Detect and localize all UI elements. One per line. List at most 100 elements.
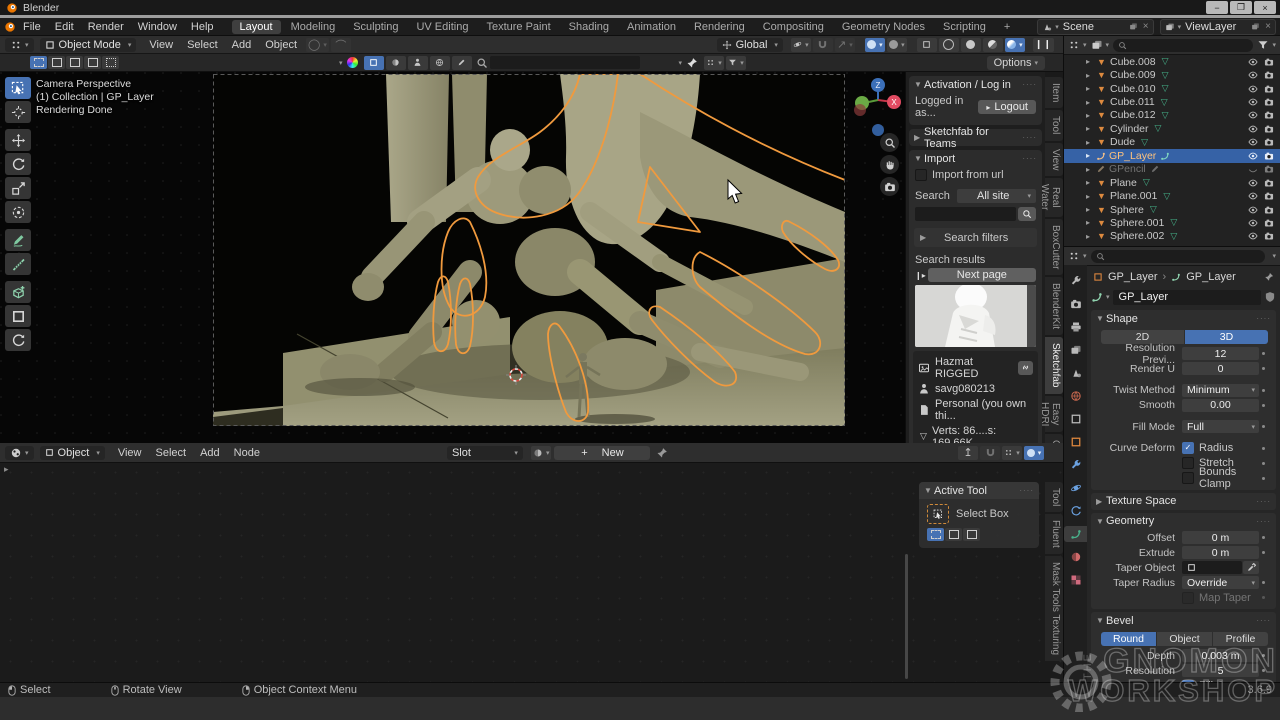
tool-transform[interactable] bbox=[5, 201, 31, 223]
viewport-canvas[interactable]: Z X bbox=[0, 72, 905, 443]
overlays-dropdown[interactable]: ▾ bbox=[1024, 446, 1044, 460]
bevel-depth-field[interactable]: 0.003 m bbox=[1182, 649, 1259, 662]
stretch-checkbox[interactable] bbox=[1182, 457, 1194, 469]
editor-type-selector[interactable]: ▾ bbox=[5, 446, 34, 460]
resolution-preview-field[interactable]: 12 bbox=[1182, 347, 1259, 360]
pan-hand-button[interactable] bbox=[880, 155, 899, 174]
tool-move[interactable] bbox=[5, 129, 31, 151]
search-scope-dropdown[interactable]: All site▾ bbox=[957, 189, 1036, 203]
tool-scale[interactable] bbox=[5, 177, 31, 199]
view-layer-selector[interactable]: ▾ ViewLayer × bbox=[1160, 19, 1276, 35]
outliner-item[interactable]: ▸▼Cube.009▽ bbox=[1064, 68, 1280, 81]
menu-help[interactable]: Help bbox=[184, 21, 221, 33]
camera-icon[interactable] bbox=[1264, 164, 1274, 174]
transform-orientation-dropdown[interactable]: Global ▾ bbox=[717, 38, 783, 52]
viewport-3d[interactable]: Z X Camera Perspective (1) Collection | … bbox=[0, 72, 905, 443]
search-go-button[interactable] bbox=[1018, 207, 1036, 221]
header-extra-collapse-icon[interactable]: ▾ bbox=[679, 59, 683, 67]
select-mode-intersect[interactable] bbox=[102, 56, 119, 69]
tab-physics[interactable] bbox=[1064, 480, 1087, 496]
workspace-tab-animation[interactable]: Animation bbox=[619, 20, 684, 34]
tab-material[interactable] bbox=[1064, 549, 1087, 565]
search-filters-header[interactable]: ▶ Search filters bbox=[914, 228, 1037, 247]
logout-button[interactable]: ▸Logout bbox=[978, 100, 1036, 114]
tab-output[interactable] bbox=[1064, 319, 1087, 335]
menu-file[interactable]: File bbox=[16, 21, 48, 33]
camera-icon[interactable] bbox=[1264, 97, 1274, 107]
eye-icon[interactable] bbox=[1248, 137, 1258, 147]
camera-view-button[interactable] bbox=[880, 177, 899, 196]
next-page-button[interactable]: Next page bbox=[928, 268, 1036, 282]
node-menu-node[interactable]: Node bbox=[227, 447, 267, 459]
tool-select-box[interactable] bbox=[5, 77, 31, 99]
tool-cursor[interactable] bbox=[5, 101, 31, 123]
gizmo-dropdown[interactable]: ▾ bbox=[865, 38, 885, 52]
sidebar-tab-item[interactable]: Item bbox=[1045, 77, 1063, 108]
scrollbar[interactable] bbox=[905, 554, 908, 679]
shading-wireframe-icon[interactable] bbox=[939, 38, 959, 52]
tab-modifiers[interactable] bbox=[1064, 457, 1087, 473]
camera-icon[interactable] bbox=[1264, 151, 1274, 161]
viewport-menu-object[interactable]: Object bbox=[258, 39, 304, 51]
workspace-tab-rendering[interactable]: Rendering bbox=[686, 20, 753, 34]
shader-editor-canvas[interactable]: ▸ ▼Active Tool···· Select Box bbox=[0, 462, 1063, 682]
outliner-item[interactable]: ▸▼Cube.010▽ bbox=[1064, 82, 1280, 95]
outliner-filter-icon[interactable] bbox=[1257, 39, 1269, 51]
offset-field[interactable]: 0 m bbox=[1182, 531, 1259, 544]
node-menu-select[interactable]: Select bbox=[148, 447, 193, 459]
eye-icon[interactable] bbox=[1248, 70, 1258, 80]
active-tool-header[interactable]: ▼Active Tool···· bbox=[919, 482, 1039, 499]
shading-material-icon[interactable] bbox=[983, 38, 1003, 52]
eye-icon[interactable] bbox=[1248, 231, 1258, 241]
tab-world[interactable] bbox=[1064, 388, 1087, 404]
parent-node-tree-icon[interactable]: ↥ bbox=[958, 446, 978, 460]
datablock-name-field[interactable]: GP_Layer bbox=[1113, 290, 1261, 305]
outliner-item[interactable]: ▸▼Sphere.002▽ bbox=[1064, 230, 1280, 243]
menu-edit[interactable]: Edit bbox=[48, 21, 81, 33]
asset-search-input[interactable] bbox=[490, 56, 640, 69]
teams-panel-header[interactable]: ▶ Sketchfab for Teams···· bbox=[909, 129, 1042, 146]
curve-icon[interactable] bbox=[1091, 291, 1103, 303]
asset-type-scene-icon[interactable] bbox=[408, 56, 428, 70]
menu-window[interactable]: Window bbox=[131, 21, 184, 33]
asset-list-dropdown[interactable]: ▾ bbox=[704, 56, 724, 70]
new-material-button[interactable]: +New bbox=[554, 446, 650, 460]
taper-radius-dropdown[interactable]: Override▾ bbox=[1182, 576, 1259, 589]
node-tab-fluent[interactable]: Fluent bbox=[1045, 514, 1063, 554]
bevel-panel-header[interactable]: ▼Bevel···· bbox=[1091, 612, 1276, 629]
asset-type-brush-icon[interactable] bbox=[452, 56, 472, 70]
camera-icon[interactable] bbox=[1264, 191, 1274, 201]
sketchfab-search-input[interactable] bbox=[915, 207, 1016, 221]
eye-icon[interactable] bbox=[1248, 57, 1258, 67]
remove-view-layer-icon[interactable]: × bbox=[1265, 21, 1271, 32]
select-mode-subtract[interactable] bbox=[963, 528, 980, 541]
proportional-size-dropdown[interactable]: ↗▾ bbox=[835, 38, 855, 52]
tab-texture[interactable] bbox=[1064, 572, 1087, 588]
shading-solid-icon[interactable] bbox=[961, 38, 981, 52]
tool-custom-a[interactable] bbox=[5, 305, 31, 327]
twist-smooth-field[interactable]: 0.00 bbox=[1182, 399, 1259, 412]
eye-icon[interactable] bbox=[1248, 178, 1258, 188]
eye-icon[interactable] bbox=[1248, 191, 1258, 201]
workspace-tab-layout[interactable]: Layout bbox=[232, 20, 281, 34]
eye-icon[interactable] bbox=[1248, 110, 1258, 120]
select-mode-extend[interactable] bbox=[48, 56, 65, 69]
fill-mode-dropdown[interactable]: Full▾ bbox=[1182, 420, 1259, 433]
falloff-curve-icon[interactable]: ⌒ bbox=[331, 38, 351, 52]
outliner-item[interactable]: ▸▼Cube.008▽ bbox=[1064, 55, 1280, 68]
bevel-resolution-field[interactable]: 5 bbox=[1182, 664, 1259, 677]
outliner-search-input[interactable] bbox=[1113, 39, 1253, 52]
select-mode-new[interactable] bbox=[927, 528, 944, 541]
camera-icon[interactable] bbox=[1264, 178, 1274, 188]
fake-user-shield-icon[interactable] bbox=[1264, 291, 1276, 303]
close-button[interactable]: × bbox=[1254, 1, 1276, 14]
camera-icon[interactable] bbox=[1264, 124, 1274, 134]
twist-method-dropdown[interactable]: Minimum▾ bbox=[1182, 384, 1259, 397]
display-mode-icon[interactable] bbox=[1068, 39, 1080, 51]
eye-icon[interactable] bbox=[1248, 205, 1258, 215]
workspace-tab-shading[interactable]: Shading bbox=[561, 20, 617, 34]
material-preview-icon[interactable]: ▾ bbox=[531, 446, 552, 460]
overlays-dropdown[interactable]: ▾ bbox=[887, 38, 907, 52]
outliner-item[interactable]: ▸▼Sphere.001▽ bbox=[1064, 216, 1280, 229]
menu-render[interactable]: Render bbox=[81, 21, 131, 33]
